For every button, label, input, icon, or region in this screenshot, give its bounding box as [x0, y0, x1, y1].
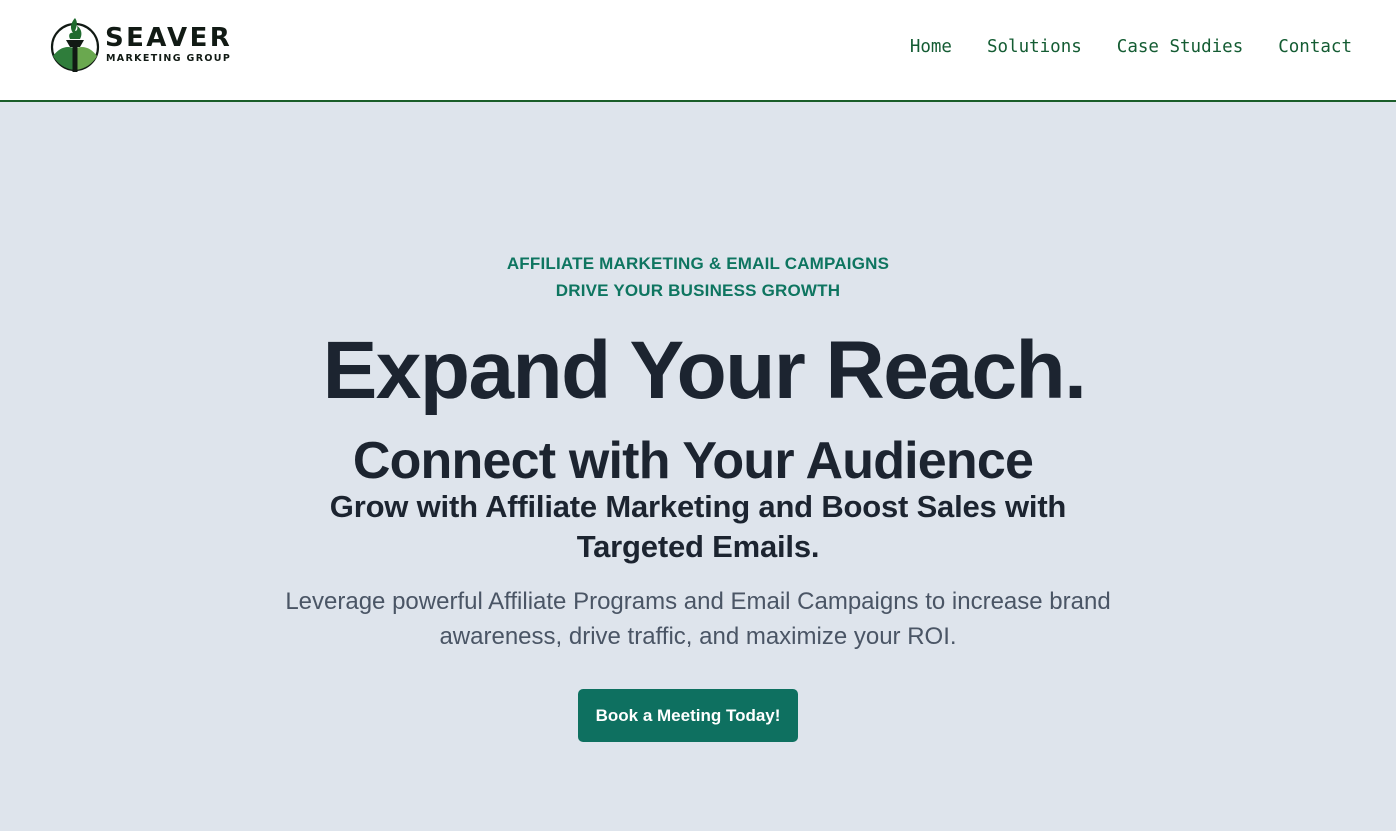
site-logo[interactable]: SEAVER MARKETING GROUP [50, 16, 250, 74]
main-nav: Home Solutions Case Studies Contact [910, 36, 1352, 58]
eyebrow-line-2: DRIVE YOUR BUSINESS GROWTH [555, 281, 841, 300]
hero-headline: Expand Your Reach. [322, 325, 1087, 416]
nav-case-studies-link[interactable]: Case Studies [1117, 36, 1243, 58]
hero-section: AFFILIATE MARKETING & EMAIL CAMPAIGNS DR… [0, 102, 1396, 831]
nav-home-link[interactable]: Home [910, 36, 952, 58]
logo-tagline: MARKETING GROUP [106, 53, 232, 64]
eyebrow-line-1: AFFILIATE MARKETING & EMAIL CAMPAIGNS [506, 254, 890, 273]
hero-description: Leverage powerful Affiliate Programs and… [285, 588, 1111, 650]
hero-tagline: Grow with Affiliate Marketing and Boost … [329, 489, 1067, 564]
book-meeting-button[interactable]: Book a Meeting Today! [578, 689, 798, 742]
nav-solutions-link[interactable]: Solutions [987, 36, 1082, 58]
nav-contact-link[interactable]: Contact [1278, 36, 1352, 58]
site-header: SEAVER MARKETING GROUP Home Solutions Ca… [0, 0, 1396, 102]
hero-subheadline: Connect with Your Audience [352, 432, 1034, 490]
hero-eyebrow: AFFILIATE MARKETING & EMAIL CAMPAIGNS DR… [0, 250, 1396, 304]
logo-wordmark: SEAVER [105, 23, 233, 53]
torch-icon [50, 18, 100, 72]
